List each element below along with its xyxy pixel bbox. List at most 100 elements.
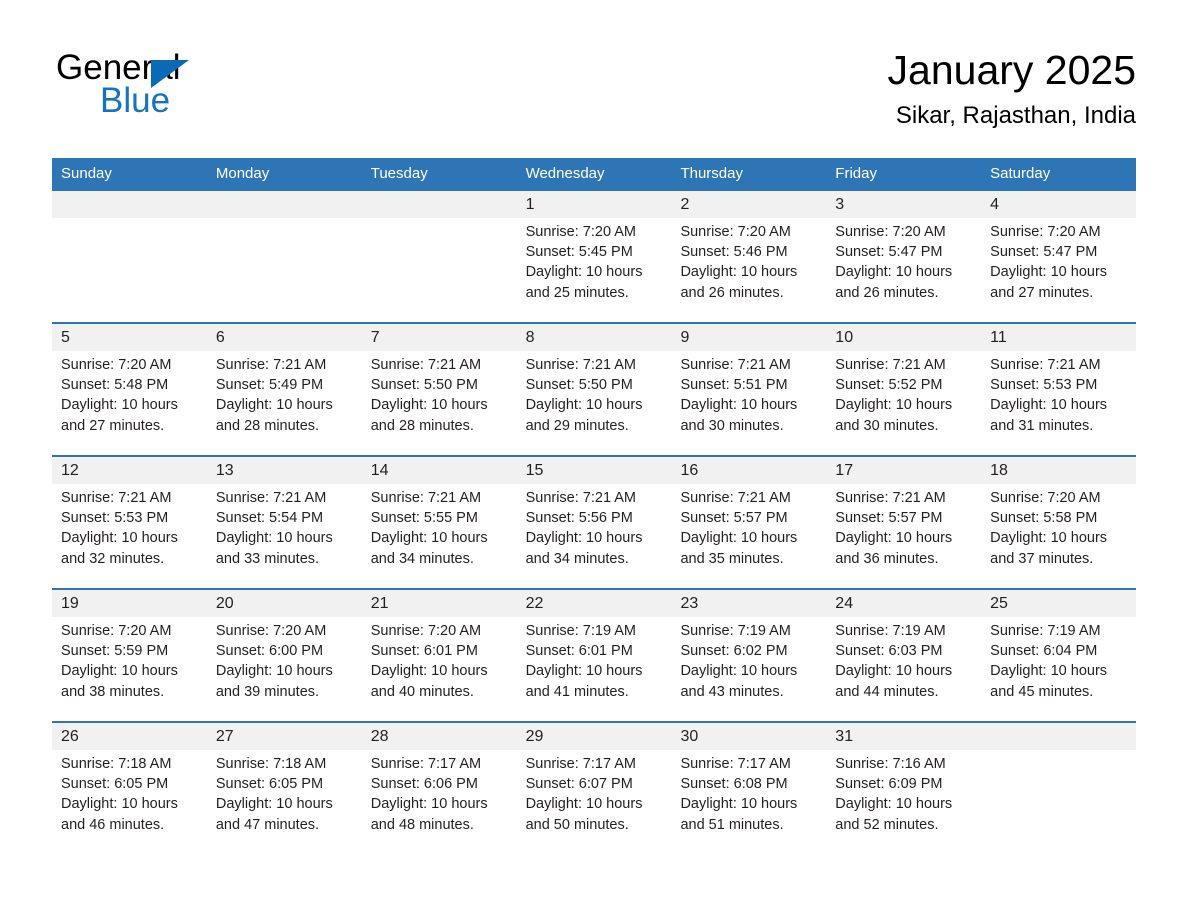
day-cell[interactable]: 29 Sunrise: 7:17 AM Sunset: 6:07 PM Dayl… — [517, 723, 672, 854]
sunrise-text: Sunrise: 7:21 AM — [835, 357, 946, 373]
day-cell[interactable]: 20 Sunrise: 7:20 AM Sunset: 6:00 PM Dayl… — [207, 590, 362, 721]
day-number: 18 — [990, 462, 1008, 479]
day-details: Sunrise: 7:20 AM Sunset: 5:45 PM Dayligh… — [526, 222, 672, 303]
day-cell[interactable]: 25 Sunrise: 7:19 AM Sunset: 6:04 PM Dayl… — [981, 590, 1136, 721]
sunrise-text: Sunrise: 7:20 AM — [215, 623, 327, 639]
day-cell[interactable]: 14 Sunrise: 7:21 AM Sunset: 5:55 PM Dayl… — [362, 457, 517, 588]
general-blue-logo[interactable]: General Blue — [56, 48, 356, 126]
weekday-header-row: Sunday Monday Tuesday Wednesday Thursday… — [52, 158, 1136, 189]
week-row: 19 Sunrise: 7:20 AM Sunset: 5:59 PM Dayl… — [52, 588, 1136, 721]
day-details: Sunrise: 7:19 AM Sunset: 6:04 PM Dayligh… — [990, 621, 1136, 702]
day-details: Sunrise: 7:19 AM Sunset: 6:02 PM Dayligh… — [680, 621, 826, 702]
day-cell[interactable]: 12 Sunrise: 7:21 AM Sunset: 5:53 PM Dayl… — [52, 457, 207, 588]
day-number: 15 — [525, 462, 544, 479]
sunset-text: Sunset: 5:57 PM — [680, 510, 788, 527]
day-details: Sunrise: 7:21 AM Sunset: 5:57 PM Dayligh… — [835, 488, 981, 569]
daylight-text-line1: Daylight: 10 hours — [835, 530, 953, 547]
day-cell[interactable]: 7 Sunrise: 7:21 AM Sunset: 5:50 PM Dayli… — [362, 324, 517, 455]
day-cell[interactable]: 31 Sunrise: 7:16 AM Sunset: 6:09 PM Dayl… — [826, 723, 981, 854]
day-cell[interactable]: 9 Sunrise: 7:21 AM Sunset: 5:51 PM Dayli… — [671, 324, 826, 455]
sunset-text: Sunset: 6:03 PM — [835, 643, 943, 660]
day-cell[interactable]: 3 Sunrise: 7:20 AM Sunset: 5:47 PM Dayli… — [826, 191, 981, 322]
weekday-header-wednesday: Wednesday — [525, 165, 605, 182]
sunrise-text: Sunrise: 7:21 AM — [215, 357, 327, 373]
title-block: January 2025 Sikar, Rajasthan, India — [888, 46, 1136, 130]
day-cell[interactable]: 11 Sunrise: 7:21 AM Sunset: 5:53 PM Dayl… — [981, 324, 1136, 455]
sunset-text: Sunset: 5:56 PM — [525, 510, 633, 527]
daylight-text-line1: Daylight: 10 hours — [680, 397, 798, 414]
day-cell[interactable]: 13 Sunrise: 7:21 AM Sunset: 5:54 PM Dayl… — [207, 457, 362, 588]
day-cell[interactable]: 6 Sunrise: 7:21 AM Sunset: 5:49 PM Dayli… — [207, 324, 362, 455]
day-details: Sunrise: 7:17 AM Sunset: 6:07 PM Dayligh… — [526, 754, 672, 835]
daylight-text-line1: Daylight: 10 hours — [61, 530, 178, 547]
page-title: January 2025 — [887, 47, 1136, 93]
daylight-text-line1: Daylight: 10 hours — [990, 264, 1108, 281]
day-cell[interactable]: 26 Sunrise: 7:18 AM Sunset: 6:05 PM Dayl… — [52, 723, 207, 854]
day-cell[interactable]: 16 Sunrise: 7:21 AM Sunset: 5:57 PM Dayl… — [671, 457, 826, 588]
day-cell[interactable]: 15 Sunrise: 7:21 AM Sunset: 5:56 PM Dayl… — [517, 457, 672, 588]
sunrise-text: Sunrise: 7:21 AM — [680, 357, 791, 373]
daylight-text-line1: Daylight: 10 hours — [370, 530, 488, 547]
day-number: 16 — [680, 462, 699, 479]
sunrise-text: Sunrise: 7:20 AM — [61, 623, 172, 639]
sunrise-text: Sunrise: 7:20 AM — [990, 224, 1101, 240]
day-details: Sunrise: 7:20 AM Sunset: 5:48 PM Dayligh… — [61, 355, 207, 436]
day-number: 13 — [215, 462, 234, 479]
day-cell[interactable]: 2 Sunrise: 7:20 AM Sunset: 5:46 PM Dayli… — [671, 191, 826, 322]
sunset-text: Sunset: 5:58 PM — [990, 510, 1098, 527]
day-number: 4 — [990, 196, 1000, 213]
day-cell[interactable]: 22 Sunrise: 7:19 AM Sunset: 6:01 PM Dayl… — [517, 590, 672, 721]
day-cell[interactable]: 18 Sunrise: 7:20 AM Sunset: 5:58 PM Dayl… — [981, 457, 1136, 588]
daylight-text-line2: and 29 minutes. — [525, 417, 629, 434]
day-cell[interactable]: 21 Sunrise: 7:20 AM Sunset: 6:01 PM Dayl… — [362, 590, 517, 721]
day-number: 20 — [215, 595, 234, 612]
day-cell[interactable]: 19 Sunrise: 7:20 AM Sunset: 5:59 PM Dayl… — [52, 590, 207, 721]
location-subtitle: Sikar, Rajasthan, India — [895, 102, 1136, 129]
day-cell[interactable]: 24 Sunrise: 7:19 AM Sunset: 6:03 PM Dayl… — [826, 590, 981, 721]
daylight-text-line2: and 34 minutes. — [525, 550, 629, 567]
sunset-text: Sunset: 5:53 PM — [990, 377, 1098, 394]
day-cell[interactable]: 27 Sunrise: 7:18 AM Sunset: 6:05 PM Dayl… — [207, 723, 362, 854]
day-number: 2 — [680, 196, 690, 213]
daylight-text-line2: and 48 minutes. — [370, 816, 474, 833]
day-cell[interactable]: 17 Sunrise: 7:21 AM Sunset: 5:57 PM Dayl… — [826, 457, 981, 588]
day-details: Sunrise: 7:21 AM Sunset: 5:56 PM Dayligh… — [526, 488, 672, 569]
daylight-text-line1: Daylight: 10 hours — [680, 530, 798, 547]
daylight-text-line1: Daylight: 10 hours — [215, 530, 333, 547]
day-cell[interactable]: 30 Sunrise: 7:17 AM Sunset: 6:08 PM Dayl… — [671, 723, 826, 854]
daylight-text-line2: and 34 minutes. — [370, 550, 474, 567]
day-cell — [52, 191, 207, 322]
sunrise-text: Sunrise: 7:19 AM — [525, 623, 636, 639]
sunrise-text: Sunrise: 7:18 AM — [61, 756, 172, 772]
day-cell[interactable]: 4 Sunrise: 7:20 AM Sunset: 5:47 PM Dayli… — [981, 191, 1136, 322]
sunrise-text: Sunrise: 7:21 AM — [215, 490, 327, 506]
daylight-text-line1: Daylight: 10 hours — [215, 663, 333, 680]
day-details: Sunrise: 7:21 AM Sunset: 5:57 PM Dayligh… — [680, 488, 826, 569]
day-cell[interactable]: 28 Sunrise: 7:17 AM Sunset: 6:06 PM Dayl… — [362, 723, 517, 854]
day-number: 21 — [370, 595, 389, 612]
weekday-header-tuesday: Tuesday — [370, 165, 428, 182]
sunset-text: Sunset: 6:06 PM — [370, 776, 478, 793]
day-details: Sunrise: 7:17 AM Sunset: 6:08 PM Dayligh… — [680, 754, 826, 835]
sunrise-text: Sunrise: 7:17 AM — [370, 756, 482, 772]
day-cell[interactable]: 23 Sunrise: 7:19 AM Sunset: 6:02 PM Dayl… — [671, 590, 826, 721]
day-cell[interactable]: 1 Sunrise: 7:20 AM Sunset: 5:45 PM Dayli… — [517, 191, 672, 322]
day-cell — [207, 191, 362, 322]
day-cell[interactable]: 8 Sunrise: 7:21 AM Sunset: 5:50 PM Dayli… — [517, 324, 672, 455]
day-cell[interactable]: 5 Sunrise: 7:20 AM Sunset: 5:48 PM Dayli… — [52, 324, 207, 455]
sunrise-text: Sunrise: 7:17 AM — [525, 756, 636, 772]
day-details: Sunrise: 7:20 AM Sunset: 6:00 PM Dayligh… — [216, 621, 362, 702]
daylight-text-line2: and 26 minutes. — [680, 284, 784, 301]
sunrise-text: Sunrise: 7:21 AM — [990, 357, 1101, 373]
day-number: 12 — [61, 462, 79, 479]
day-number: 17 — [835, 462, 854, 479]
daylight-text-line1: Daylight: 10 hours — [525, 796, 643, 813]
sunrise-text: Sunrise: 7:20 AM — [835, 224, 946, 240]
daylight-text-line2: and 26 minutes. — [835, 284, 939, 301]
sunset-text: Sunset: 6:01 PM — [525, 643, 633, 660]
day-details: Sunrise: 7:21 AM Sunset: 5:51 PM Dayligh… — [680, 355, 826, 436]
sunrise-text: Sunrise: 7:21 AM — [525, 490, 636, 506]
daylight-text-line2: and 31 minutes. — [990, 417, 1094, 434]
calendar-grid: Sunday Monday Tuesday Wednesday Thursday… — [52, 158, 1136, 854]
day-cell[interactable]: 10 Sunrise: 7:21 AM Sunset: 5:52 PM Dayl… — [826, 324, 981, 455]
